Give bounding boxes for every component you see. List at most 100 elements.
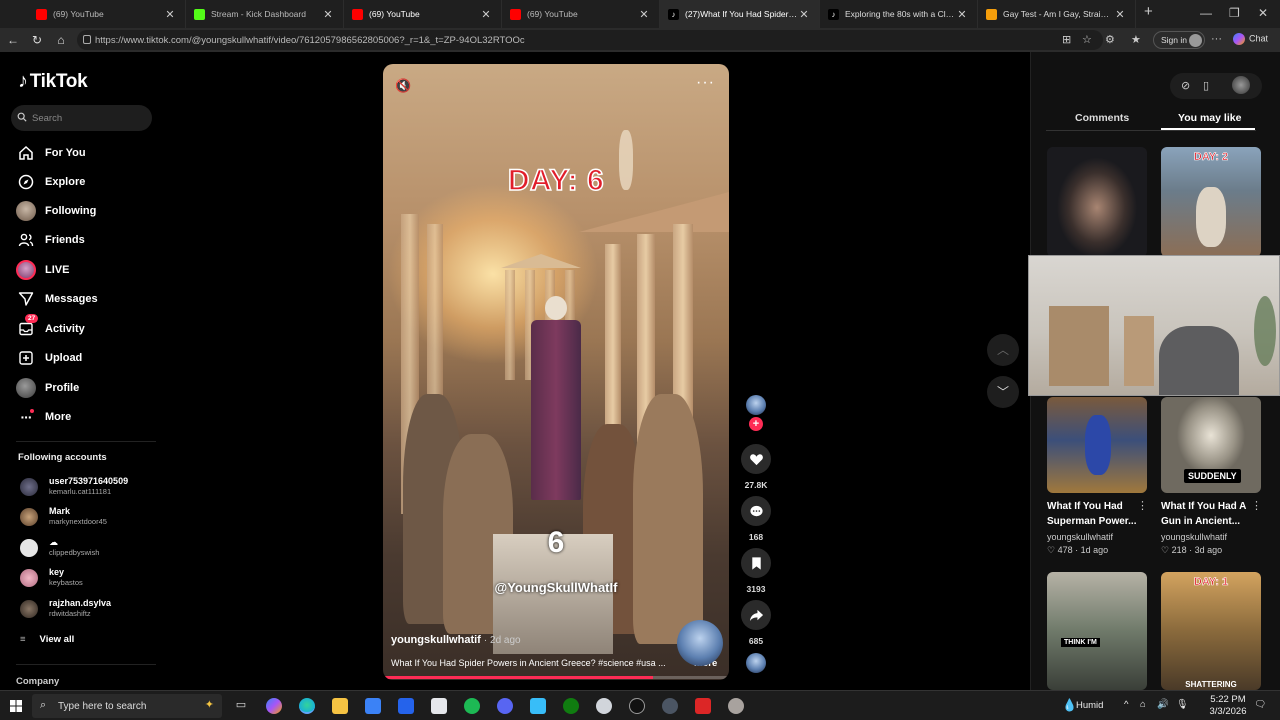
video-thumbnail[interactable]: THINK I'M <box>1047 572 1147 690</box>
close-icon[interactable]: ✕ <box>321 8 335 21</box>
favorites-icon[interactable]: ★ <box>1131 33 1141 46</box>
apps-icon[interactable]: ⊞ <box>1062 33 1071 46</box>
following-account[interactable]: key keybastos <box>20 567 160 589</box>
video-thumbnail[interactable] <box>1047 147 1147 257</box>
browser-tab[interactable]: (69) YouTube ✕ <box>502 0 660 28</box>
browser-tab[interactable]: ♪ Exploring the 80s with a Classic Pe ✕ <box>820 0 978 28</box>
clock-time[interactable]: 5:22 PM <box>1208 694 1248 705</box>
tiktok-logo[interactable]: ♪ TikTok <box>18 70 88 93</box>
recommended-user[interactable]: youngskullwhatif <box>1047 532 1113 542</box>
follow-plus-button[interactable]: + <box>749 417 763 431</box>
following-account[interactable]: rajzhan.dsylva rdwitdashiftz <box>20 598 160 620</box>
view-all-link[interactable]: ≡ View all <box>20 634 74 645</box>
app-icon[interactable] <box>596 698 612 714</box>
phone-icon[interactable]: ▯ <box>1203 79 1209 92</box>
browser-tab[interactable]: (69) YouTube ✕ <box>28 0 186 28</box>
sound-disc[interactable] <box>746 653 766 673</box>
close-icon[interactable]: ✕ <box>637 8 651 21</box>
browser-tab[interactable]: Gay Test - Am I Gay, Straight, or Bi ✕ <box>978 0 1136 28</box>
video-progress-bar[interactable] <box>383 676 729 679</box>
close-icon[interactable]: ✕ <box>163 8 177 21</box>
close-icon[interactable]: ✕ <box>1113 8 1127 21</box>
recommended-title[interactable]: What If You Had A Gun in Ancient... <box>1161 499 1257 529</box>
comment-button[interactable]: 168 <box>740 496 772 542</box>
nav-more[interactable]: ··· More <box>16 406 156 428</box>
taskbar-search-input[interactable]: ⌕ Type here to search ✦ <box>32 694 222 718</box>
store-icon[interactable] <box>365 698 381 714</box>
xbox-icon[interactable] <box>563 698 579 714</box>
share-button[interactable]: 685 <box>740 600 772 646</box>
menu-dots-icon[interactable]: ··· <box>1211 33 1222 45</box>
window-close-icon[interactable]: ✕ <box>1258 6 1268 20</box>
tab-you-may-like[interactable]: You may like <box>1178 112 1241 124</box>
new-tab-icon[interactable]: + <box>1144 3 1153 20</box>
nav-live[interactable]: LIVE <box>16 259 156 281</box>
save-button[interactable]: 3193 <box>740 548 772 594</box>
app-icon[interactable] <box>662 698 678 714</box>
nav-following[interactable]: Following <box>16 200 156 222</box>
video-thumbnail[interactable]: DAY: 2 <box>1161 147 1261 257</box>
volume-icon[interactable]: 🔊 <box>1157 699 1169 710</box>
notifications-icon[interactable]: 🗨 <box>1254 699 1266 710</box>
video-player[interactable]: 🔇 ··· DAY: 6 6 @YoungSkullWhatIf youngsk… <box>383 64 729 680</box>
maximize-icon[interactable]: ❐ <box>1229 6 1240 20</box>
url-input[interactable]: https://www.tiktok.com/@youngskullwhatif… <box>77 30 1103 50</box>
following-account[interactable]: user7539716405​09 kemarlu.cat111181 <box>20 476 160 498</box>
nav-friends[interactable]: Friends <box>16 229 156 251</box>
search-input[interactable]: Search <box>11 105 152 131</box>
app-icon[interactable] <box>728 698 744 714</box>
microphone-icon[interactable]: 🎙 <box>1176 699 1188 710</box>
app-icon[interactable] <box>530 698 546 714</box>
video-options-icon[interactable]: ··· <box>696 74 715 92</box>
previous-video-button[interactable]: ︿ <box>987 334 1019 366</box>
mail-icon[interactable] <box>398 698 414 714</box>
minimize-icon[interactable]: — <box>1200 6 1212 20</box>
nav-messages[interactable]: Messages <box>16 288 156 310</box>
recommended-title[interactable]: What If You Had Superman Power... <box>1047 499 1143 529</box>
browser-tab[interactable]: (69) YouTube ✕ <box>344 0 502 28</box>
browser-tab-active[interactable]: ♪ (27)What If You Had Spider Powers ✕ <box>660 0 820 28</box>
tab-comments[interactable]: Comments <box>1075 112 1129 124</box>
like-button[interactable]: 27.8K <box>740 444 772 490</box>
favorite-star-icon[interactable]: ☆ <box>1082 33 1092 46</box>
compass-icon[interactable]: ⊘ <box>1181 79 1190 92</box>
following-account[interactable]: Mark markynextdoor45 <box>20 506 160 528</box>
app-icon[interactable] <box>695 698 711 714</box>
file-explorer-icon[interactable] <box>332 698 348 714</box>
video-thumbnail[interactable]: SUDDENLY <box>1161 397 1261 493</box>
close-icon[interactable]: ✕ <box>955 8 969 21</box>
network-icon[interactable]: ⌂ <box>1140 699 1146 710</box>
weather-label[interactable]: Humid <box>1076 700 1103 711</box>
discord-icon[interactable] <box>497 698 513 714</box>
task-view-icon[interactable]: ▭ <box>233 698 249 714</box>
edge-icon[interactable] <box>299 698 315 714</box>
notepad-icon[interactable] <box>431 698 447 714</box>
close-icon[interactable]: ✕ <box>797 8 811 21</box>
extensions-icon[interactable]: ⚙ <box>1105 33 1115 46</box>
clock-date[interactable]: 3/3/2026 <box>1208 706 1248 717</box>
spotify-icon[interactable] <box>464 698 480 714</box>
more-options-icon[interactable]: ⋮ <box>1137 499 1148 512</box>
video-thumbnail[interactable]: DAY: 1 SHATTERING <box>1161 572 1261 690</box>
nav-activity[interactable]: 27 Activity <box>16 314 156 340</box>
reload-icon[interactable]: ↻ <box>29 32 45 48</box>
more-options-icon[interactable]: ⋮ <box>1251 499 1262 512</box>
close-icon[interactable]: ✕ <box>479 8 493 21</box>
nav-for-you[interactable]: For You <box>16 142 156 164</box>
windows-start-icon[interactable] <box>10 699 22 712</box>
user-avatar[interactable] <box>1232 76 1250 94</box>
following-account[interactable]: ☁ clippedbyswish <box>20 537 160 559</box>
recommended-user[interactable]: youngskullwhatif <box>1161 532 1227 542</box>
video-author[interactable]: youngskullwhatif · 2d ago <box>391 634 521 646</box>
copilot-chat-button[interactable]: Chat <box>1233 33 1268 45</box>
next-video-button[interactable]: ﹀ <box>987 376 1019 408</box>
mute-icon[interactable]: 🔇 <box>395 78 411 94</box>
sign-in-button[interactable]: Sign in <box>1153 31 1205 49</box>
nav-profile[interactable]: Profile <box>16 377 156 399</box>
chevron-up-icon[interactable]: ^ <box>1124 699 1128 710</box>
nav-upload[interactable]: Upload <box>16 347 156 369</box>
home-icon[interactable]: ⌂ <box>53 32 69 48</box>
nav-explore[interactable]: Explore <box>16 171 156 193</box>
music-disc[interactable] <box>677 620 723 666</box>
back-icon[interactable]: ← <box>5 32 21 48</box>
